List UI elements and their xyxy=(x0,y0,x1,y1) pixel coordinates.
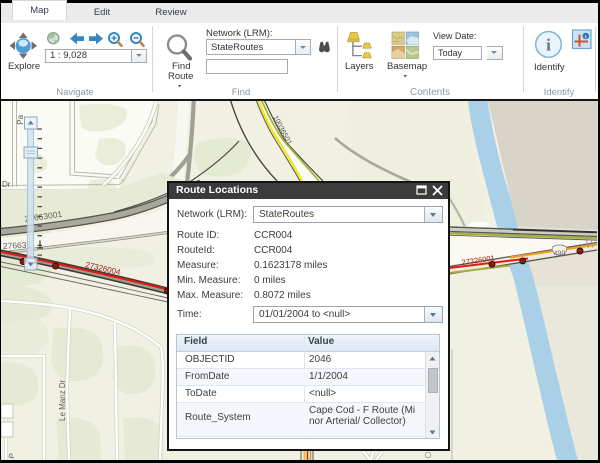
svg-text:Dr: Dr xyxy=(2,180,11,189)
svg-text:Le Manz Dr: Le Manz Dr xyxy=(58,379,67,421)
svg-text:490: 490 xyxy=(554,251,566,258)
svg-text:Pa: Pa xyxy=(16,114,25,124)
svg-text:i: i xyxy=(546,36,551,55)
